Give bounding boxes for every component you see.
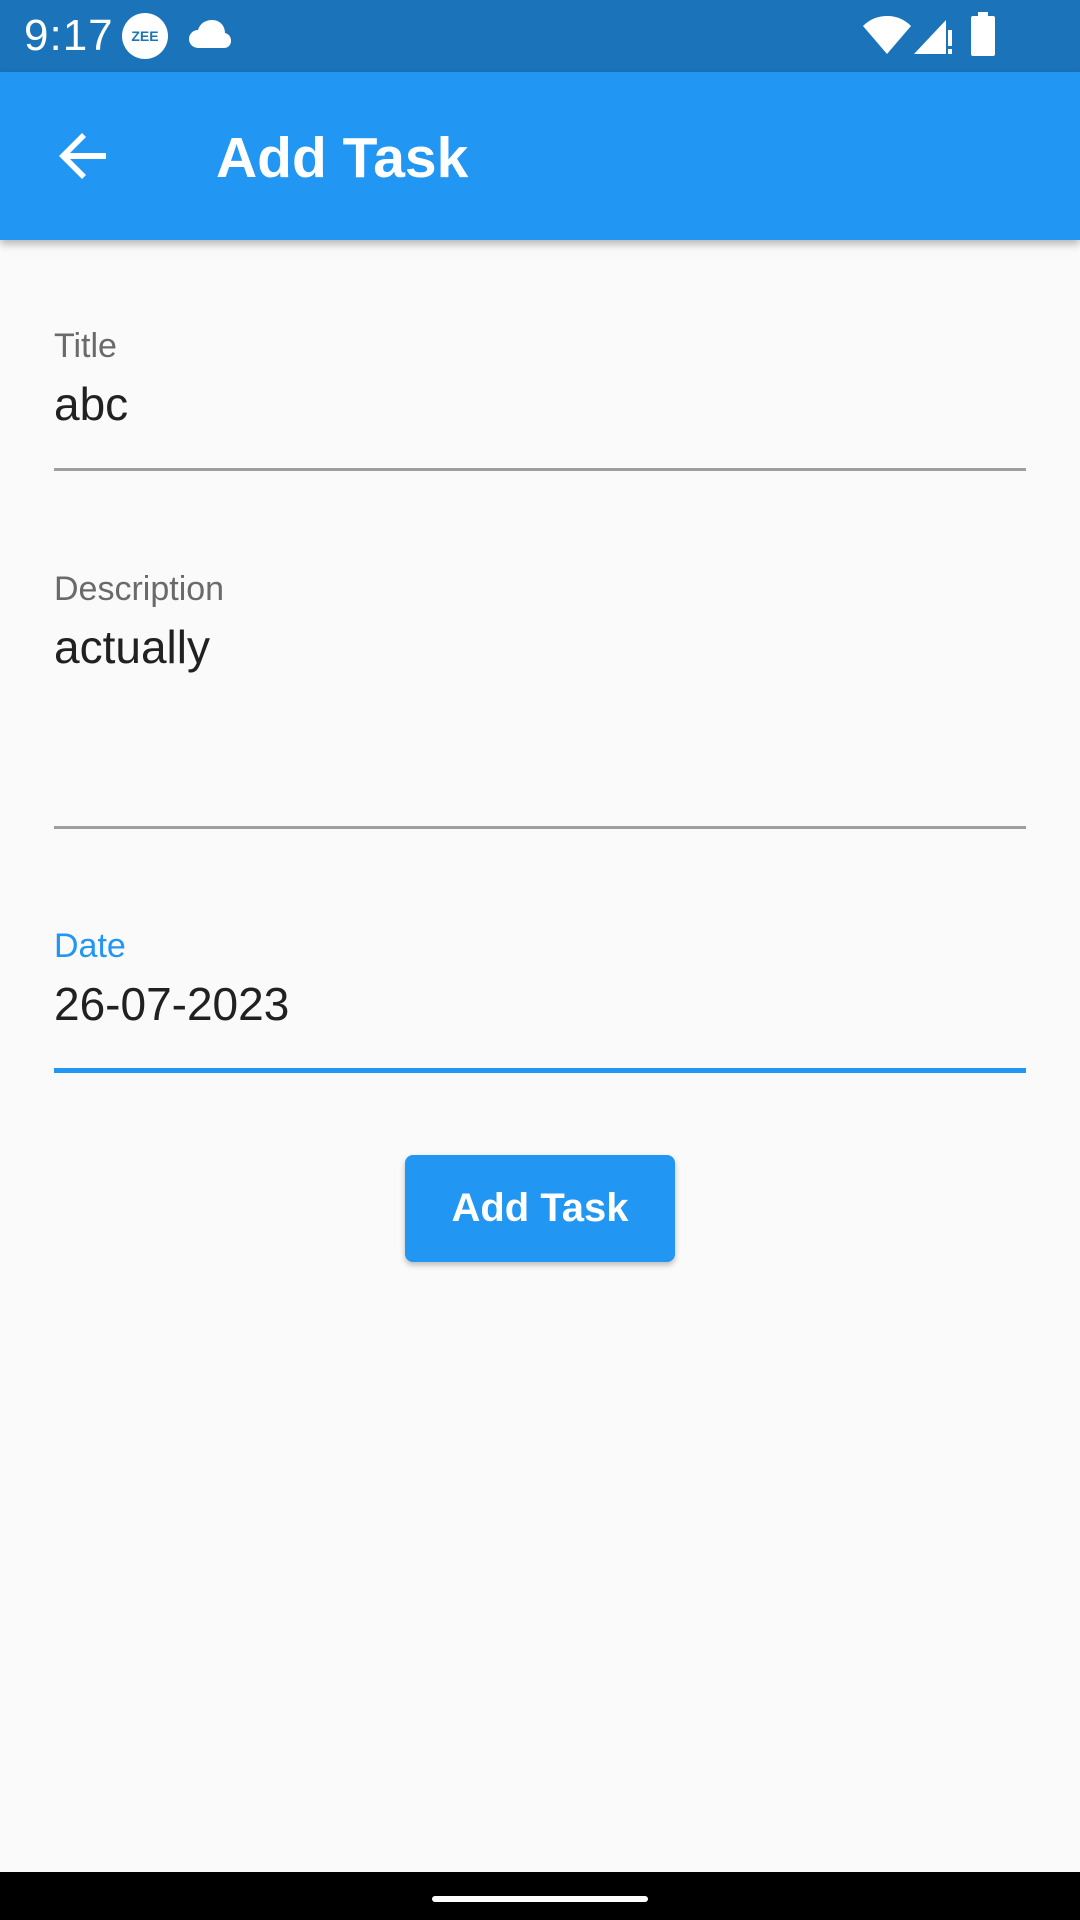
date-field-label: Date (54, 927, 126, 965)
home-handle[interactable] (432, 1896, 648, 1902)
zee-icon: ZEE (122, 13, 168, 59)
date-underline (54, 1068, 1026, 1073)
add-task-button[interactable]: Add Task (405, 1155, 675, 1262)
arrow-back-icon (59, 133, 106, 179)
title-input[interactable] (54, 376, 1026, 432)
cloud-icon (189, 20, 231, 48)
date-input[interactable] (54, 976, 1026, 1032)
status-bar: 9:17 ZEE (0, 0, 1080, 72)
description-underline (54, 826, 1026, 829)
title-underline (54, 468, 1026, 471)
signal-icon (914, 20, 952, 54)
description-field[interactable]: Description (54, 569, 1026, 831)
battery-icon (971, 12, 995, 56)
date-field[interactable]: Date (54, 926, 1026, 1074)
back-button[interactable] (40, 112, 128, 200)
wifi-icon (863, 16, 911, 54)
page-title: Add Task (216, 126, 469, 190)
status-time: 9:17 (24, 11, 114, 60)
app-bar: Add Task (0, 72, 1080, 240)
title-field[interactable]: Title (54, 326, 1026, 472)
title-field-label: Title (54, 327, 117, 365)
description-input[interactable] (54, 619, 1026, 675)
description-field-label: Description (54, 570, 225, 608)
